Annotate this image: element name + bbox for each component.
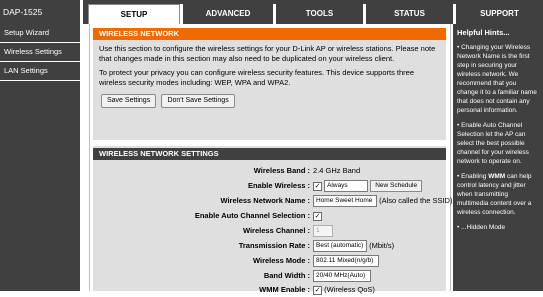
wireless-network-settings-section: WIRELESS NETWORK SETTINGS Wireless Band … bbox=[93, 146, 452, 295]
helpful-hints-panel: Helpful Hints... • Changing your Wireles… bbox=[453, 24, 543, 291]
row-transmission-rate: Transmission Rate : Best (automatic) (Mb… bbox=[93, 238, 446, 253]
wmm-enable-label: WMM Enable : bbox=[259, 285, 310, 294]
tab-tools[interactable]: TOOLS bbox=[273, 4, 363, 24]
wmm-checkbox[interactable]: ✓ bbox=[313, 285, 322, 295]
band-width-controls: 20/40 MHz(Auto) bbox=[313, 268, 371, 283]
privacy-paragraph: To protect your privacy you can configur… bbox=[99, 68, 415, 87]
network-name-controls: Home Sweet Home (Also called the SSID) bbox=[313, 193, 452, 208]
sidebar-item-lan-settings[interactable]: LAN Settings bbox=[0, 62, 80, 81]
wireless-band-value: 2.4 GHz Band bbox=[313, 166, 361, 175]
transmission-rate-select[interactable]: Best (automatic) bbox=[313, 240, 367, 253]
wireless-channel-controls: 1 bbox=[313, 223, 333, 238]
network-name-label: Wireless Network Name : bbox=[220, 196, 310, 205]
ssid-input[interactable]: Home Sweet Home bbox=[313, 195, 377, 208]
tab-advanced[interactable]: ADVANCED bbox=[180, 4, 273, 24]
row-network-name: Wireless Network Name : Home Sweet Home … bbox=[93, 193, 452, 208]
hints-title: Helpful Hints... bbox=[457, 28, 510, 37]
ssid-note: (Also called the SSID) bbox=[379, 196, 453, 205]
top-nav: DAP-1525 SETUP ADVANCED TOOLS STATUS SUP… bbox=[0, 0, 543, 24]
row-band-width: Band Width : 20/40 MHz(Auto) bbox=[93, 268, 446, 283]
wireless-mode-label: Wireless Mode : bbox=[252, 256, 310, 265]
hint-auto-channel: • Enable Auto Channel Selection let the … bbox=[457, 122, 529, 165]
save-settings-button[interactable]: Save Settings bbox=[101, 94, 157, 108]
auto-channel-checkbox[interactable]: ✓ bbox=[313, 211, 322, 221]
row-wmm-enable: WMM Enable : ✓ (Wireless QoS) bbox=[93, 282, 446, 297]
hint-network-name: • Changing your Wireless Network Name is… bbox=[457, 44, 537, 114]
row-wireless-mode: Wireless Mode : 802.11 Mixed(n/g/b) bbox=[93, 253, 446, 268]
band-width-label: Band Width : bbox=[263, 271, 310, 280]
tab-status[interactable]: STATUS bbox=[363, 4, 453, 24]
sidebar: Setup Wizard Wireless Settings LAN Setti… bbox=[0, 24, 83, 291]
transmission-rate-controls: Best (automatic) (Mbit/s) bbox=[313, 238, 394, 253]
hint-wmm-pre: • Enabling bbox=[457, 173, 489, 180]
wireless-channel-label: Wireless Channel : bbox=[242, 226, 310, 235]
rate-unit: (Mbit/s) bbox=[369, 241, 395, 250]
section-title: WIRELESS NETWORK bbox=[93, 28, 446, 40]
enable-wireless-checkbox[interactable]: ✓ bbox=[313, 181, 322, 191]
band-width-select[interactable]: 20/40 MHz(Auto) bbox=[313, 270, 371, 283]
enable-wireless-label: Enable Wireless : bbox=[247, 181, 310, 190]
row-wireless-channel: Wireless Channel : 1 bbox=[93, 223, 446, 238]
wireless-mode-select[interactable]: 802.11 Mixed(n/g/b) bbox=[313, 255, 379, 268]
wireless-network-section: WIRELESS NETWORK Use this section to con… bbox=[93, 28, 446, 140]
hint-wmm-bold: WMM bbox=[488, 173, 506, 180]
sidebar-item-wireless-settings[interactable]: Wireless Settings bbox=[0, 43, 80, 62]
dont-save-settings-button[interactable]: Don't Save Settings bbox=[161, 94, 235, 108]
auto-channel-label: Enable Auto Channel Selection : bbox=[194, 211, 310, 220]
schedule-select[interactable]: Always bbox=[324, 180, 369, 193]
wireless-mode-controls: 802.11 Mixed(n/g/b) bbox=[313, 253, 379, 268]
intro-paragraph: Use this section to configure the wirele… bbox=[99, 44, 436, 63]
row-auto-channel: Enable Auto Channel Selection : ✓ bbox=[93, 208, 446, 223]
new-schedule-button[interactable]: New Schedule bbox=[370, 180, 423, 193]
hint-wmm: • Enabling WMM can help control latency … bbox=[453, 172, 543, 223]
hint-hidden-mode: • ...Hidden Mode bbox=[457, 224, 506, 231]
row-wireless-band: Wireless Band : 2.4 GHz Band bbox=[93, 163, 446, 178]
row-enable-wireless: Enable Wireless : ✓ Always New Schedule bbox=[93, 178, 446, 193]
enable-wireless-controls: ✓ Always New Schedule bbox=[313, 178, 423, 193]
sidebar-item-setup-wizard[interactable]: Setup Wizard bbox=[0, 24, 80, 43]
transmission-rate-label: Transmission Rate : bbox=[238, 241, 310, 250]
wmm-note: (Wireless QoS) bbox=[324, 285, 375, 294]
tab-support[interactable]: SUPPORT bbox=[453, 4, 543, 24]
channel-select[interactable]: 1 bbox=[313, 225, 333, 238]
section-title: WIRELESS NETWORK SETTINGS bbox=[93, 148, 446, 160]
wireless-band-label: Wireless Band : bbox=[253, 166, 310, 175]
tab-setup[interactable]: SETUP bbox=[88, 4, 180, 24]
button-row: Save Settings Don't Save Settings bbox=[101, 94, 446, 108]
wmm-enable-controls: ✓ (Wireless QoS) bbox=[313, 282, 375, 297]
auto-channel-controls: ✓ bbox=[313, 208, 322, 223]
model-name: DAP-1525 bbox=[0, 0, 83, 24]
main-content: WIRELESS NETWORK Use this section to con… bbox=[89, 24, 452, 295]
